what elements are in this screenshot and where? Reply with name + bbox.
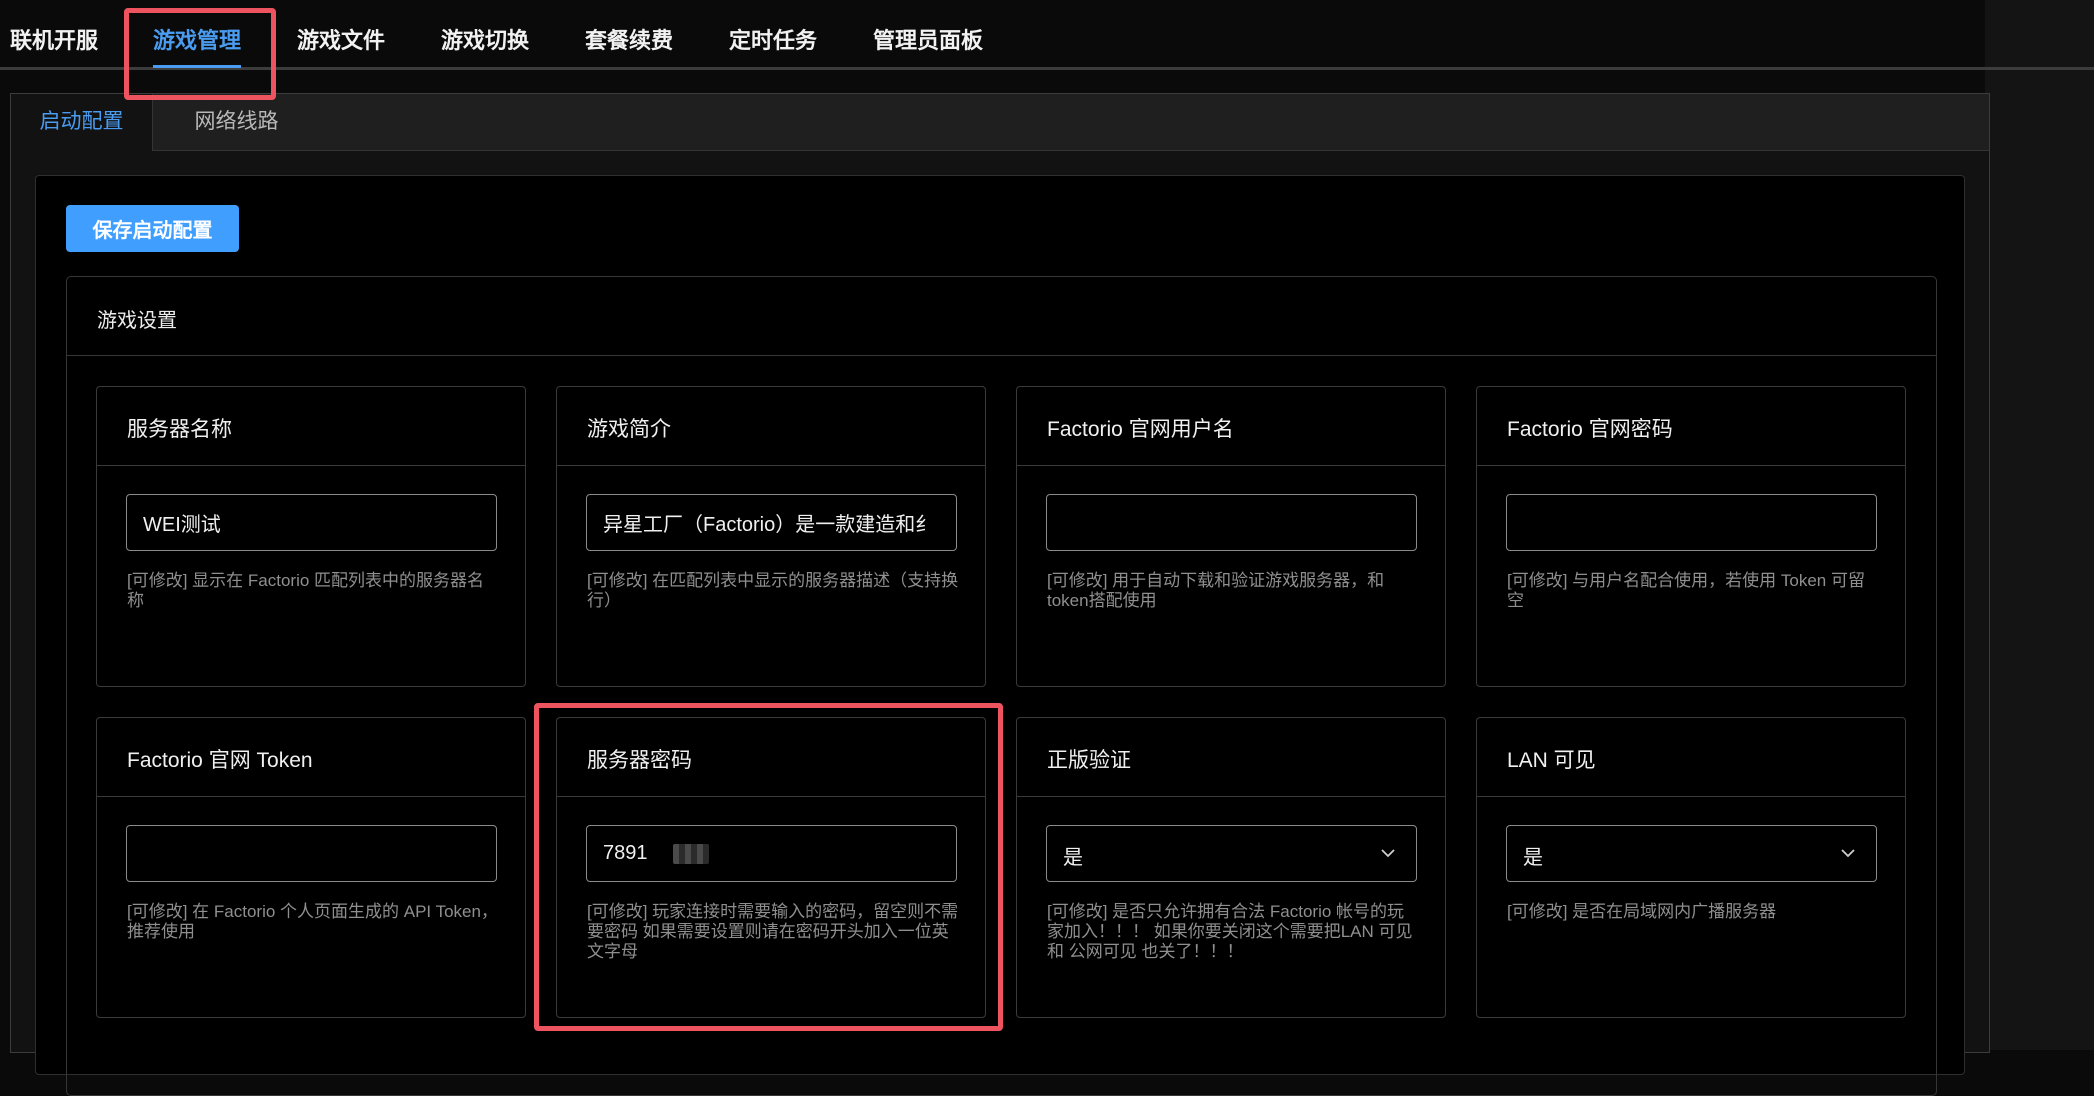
nav-tab-renewal[interactable]: 套餐续费 xyxy=(585,24,673,58)
help-text: [可修改] 显示在 Factorio 匹配列表中的服务器名称 xyxy=(127,571,485,610)
server-password-field[interactable] xyxy=(586,825,957,882)
card-title: 正版验证 xyxy=(1047,749,1131,772)
game-settings-group: 游戏设置 服务器名称 [可修改] 显示在 Factorio 匹配列表中的服务器名… xyxy=(66,276,1937,1096)
factorio-username-field[interactable] xyxy=(1046,494,1417,551)
nav-tab-game-files[interactable]: 游戏文件 xyxy=(297,24,385,58)
chevron-down-icon xyxy=(1841,849,1855,858)
top-nav: 联机开服 游戏管理 游戏文件 游戏切换 套餐续费 定时任务 管理员面板 xyxy=(0,0,2094,70)
selected-value: 是 xyxy=(1523,847,1543,869)
nav-tab-game-management[interactable]: 游戏管理 xyxy=(153,24,242,68)
factorio-token-card: Factorio 官网 Token [可修改] 在 Factorio 个人页面生… xyxy=(96,717,526,1018)
server-password-card: 服务器密码 [可修改] 玩家连接时需要输入的密码，留空则不需要密码 如果需要设置… xyxy=(556,717,986,1018)
help-text: [可修改] 在 Factorio 个人页面生成的 API Token，推荐使用 xyxy=(127,902,498,941)
factorio-password-field[interactable] xyxy=(1506,494,1877,551)
card-title: 游戏简介 xyxy=(587,418,671,441)
game-description-field[interactable] xyxy=(586,494,957,551)
subtab-startup-config[interactable]: 启动配置 xyxy=(11,94,153,151)
factorio-password-card: Factorio 官网密码 [可修改] 与用户名配合使用，若使用 Token 可… xyxy=(1476,386,1906,687)
license-verification-select[interactable]: 是 xyxy=(1046,825,1417,882)
config-content: 保存启动配置 游戏设置 服务器名称 [可修改] 显示在 Factorio 匹配列… xyxy=(35,175,1965,1096)
lan-visible-card: LAN 可见 是 [可修改] 是否在局域网内广播服务器 xyxy=(1476,717,1906,1018)
redaction-mask xyxy=(673,844,709,864)
factorio-token-input[interactable] xyxy=(127,826,496,881)
chevron-down-icon xyxy=(1381,849,1395,858)
factorio-username-input[interactable] xyxy=(1047,495,1416,550)
help-text: [可修改] 在匹配列表中显示的服务器描述（支持换行） xyxy=(587,571,959,610)
nav-tab-scheduled-tasks[interactable]: 定时任务 xyxy=(729,24,817,58)
factorio-password-input[interactable] xyxy=(1507,495,1876,550)
lan-visible-select[interactable]: 是 xyxy=(1506,825,1877,882)
nav-tab-game-switch[interactable]: 游戏切换 xyxy=(441,24,529,58)
server-name-input[interactable] xyxy=(127,495,496,550)
right-edge-strip xyxy=(1985,0,2094,1050)
game-description-card: 游戏简介 [可修改] 在匹配列表中显示的服务器描述（支持换行） xyxy=(556,386,986,687)
help-text: [可修改] 是否只允许拥有合法 Factorio 帐号的玩家加入！！！ 如果你要… xyxy=(1047,902,1413,961)
server-name-card: 服务器名称 [可修改] 显示在 Factorio 匹配列表中的服务器名称 xyxy=(96,386,526,687)
factorio-token-field[interactable] xyxy=(126,825,497,882)
card-title: 服务器名称 xyxy=(127,418,232,441)
main-panel: 启动配置 网络线路 保存启动配置 游戏设置 服务器名称 [可修改] 显示在 Fa… xyxy=(10,93,1990,1096)
nav-tab-admin-panel[interactable]: 管理员面板 xyxy=(873,24,983,58)
game-description-input[interactable] xyxy=(587,495,956,550)
game-settings-header: 游戏设置 xyxy=(67,277,1936,356)
help-text: [可修改] 与用户名配合使用，若使用 Token 可留空 xyxy=(1507,571,1865,610)
card-title: LAN 可见 xyxy=(1507,749,1596,772)
card-title: Factorio 官网 Token xyxy=(127,749,313,772)
card-title: Factorio 官网密码 xyxy=(1507,418,1673,441)
help-text: [可修改] 是否在局域网内广播服务器 xyxy=(1507,902,1777,921)
help-text: [可修改] 玩家连接时需要输入的密码，留空则不需要密码 如果需要设置则请在密码开… xyxy=(587,902,959,961)
sub-tab-bar: 启动配置 网络线路 xyxy=(11,94,1989,151)
server-password-input[interactable] xyxy=(587,826,956,881)
factorio-username-card: Factorio 官网用户名 [可修改] 用于自动下载和验证游戏服务器，和tok… xyxy=(1016,386,1446,687)
selected-value: 是 xyxy=(1063,847,1083,869)
card-title: Factorio 官网用户名 xyxy=(1047,418,1234,441)
server-name-field[interactable] xyxy=(126,494,497,551)
save-startup-config-button[interactable]: 保存启动配置 xyxy=(66,205,239,252)
subtab-network-route[interactable]: 网络线路 xyxy=(153,94,320,150)
license-verification-card: 正版验证 是 [可修改] 是否只允许拥有合法 Factorio 帐号的玩家加入！… xyxy=(1016,717,1446,1018)
nav-tab-online-server[interactable]: 联机开服 xyxy=(10,24,98,58)
section-title: 游戏设置 xyxy=(97,310,177,332)
card-title: 服务器密码 xyxy=(587,749,692,772)
help-text: [可修改] 用于自动下载和验证游戏服务器，和token搭配使用 xyxy=(1047,571,1385,610)
